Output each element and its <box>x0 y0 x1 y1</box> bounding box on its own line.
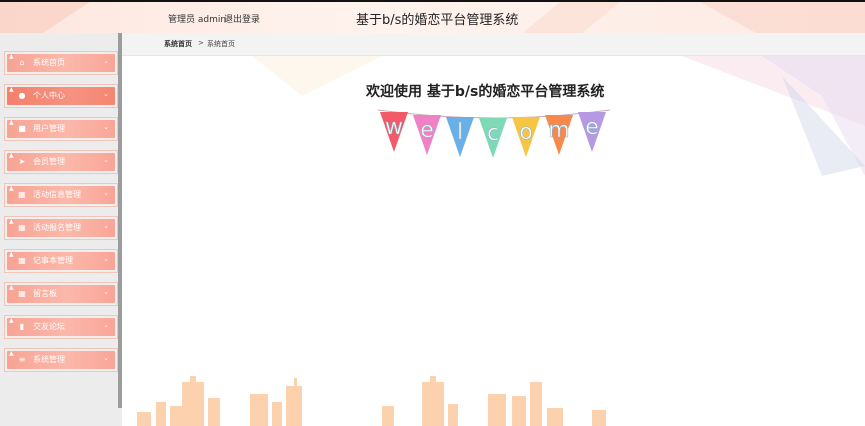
banner-letter: e <box>585 115 599 140</box>
grid-icon: ▦ <box>18 223 26 232</box>
admin-user-label: 管理员 admin <box>168 15 227 25</box>
sidebar-item-label: 活动报名管理 <box>33 223 81 232</box>
grid-icon: ▦ <box>18 256 26 265</box>
banner-flag: e <box>413 115 441 155</box>
sidebar-item-label: 系统管理 <box>33 355 65 364</box>
sidebar-item-inner: ▲ ➤ 会员管理 ⌄ <box>7 152 115 171</box>
banner-letter: c <box>487 121 499 146</box>
sidebar-item-label: 会员管理 <box>33 157 65 166</box>
sidebar-item-profile[interactable]: ▲ ● 个人中心 ⌄ <box>4 84 118 108</box>
main-content: 欢迎使用 基于b/s的婚恋平台管理系统 welcome <box>122 56 865 426</box>
breadcrumb-current: 系统首页 <box>207 40 235 48</box>
sidebar-item-users[interactable]: ▲ ■ 用户管理 ⌄ <box>4 117 118 141</box>
sidebar-item-activity-info[interactable]: ▲ ▦ 活动信息管理 ⌄ <box>4 183 118 207</box>
chevron-down-icon: ⌄ <box>103 156 109 164</box>
briefcase-icon: ■ <box>18 124 26 133</box>
banner-letter: m <box>548 118 569 143</box>
chevron-down-icon: ⌄ <box>103 255 109 263</box>
banner-flag: w <box>380 112 408 152</box>
sidebar-item-inner: ▲ ▦ 活动信息管理 ⌄ <box>7 185 115 204</box>
sidebar-item-members[interactable]: ▲ ➤ 会员管理 ⌄ <box>4 150 118 174</box>
banner-flag: c <box>479 118 507 158</box>
sidebar-item-notebook[interactable]: ▲ ▦ 记事本管理 ⌄ <box>4 249 118 273</box>
chevron-down-icon: ⌄ <box>103 57 109 65</box>
chevron-down-icon: ⌄ <box>103 222 109 230</box>
user-icon: ● <box>18 91 26 100</box>
chevron-down-icon: ⌄ <box>103 90 109 98</box>
banner-flag: e <box>578 112 606 152</box>
sidebar-item-label: 系统首页 <box>33 58 65 67</box>
sidebar-item-inner: ▲ ▦ 留言板 ⌄ <box>7 284 115 303</box>
corner-arrow-icon: ▲ <box>9 251 14 258</box>
sidebar-item-inner: ▲ ⌂ 系统首页 ⌄ <box>7 53 115 72</box>
sidebar-item-system[interactable]: ▲ ≡ 系统管理 ⌄ <box>4 348 118 372</box>
home-icon: ⌂ <box>19 58 25 67</box>
corner-arrow-icon: ▲ <box>9 119 14 126</box>
grid-icon: ▦ <box>18 289 26 298</box>
city-skyline <box>137 376 606 426</box>
sidebar-item-label: 记事本管理 <box>33 256 73 265</box>
banner-flag: o <box>512 117 540 157</box>
corner-arrow-icon: ▲ <box>9 317 14 324</box>
app-title: 基于b/s的婚恋平台管理系统 <box>356 13 519 28</box>
chevron-down-icon: ⌄ <box>103 354 109 362</box>
sidebar-item-inner: ▲ ■ 用户管理 ⌄ <box>7 119 115 138</box>
breadcrumb-separator: > <box>198 39 204 47</box>
breadcrumb: 系统首页 > 系统首页 <box>122 33 865 56</box>
logout-link[interactable]: 退出登录 <box>224 12 260 25</box>
welcome-banner: welcome <box>377 109 611 158</box>
corner-arrow-icon: ▲ <box>9 284 14 291</box>
corner-arrow-icon: ▲ <box>9 218 14 225</box>
chevron-down-icon: ⌄ <box>103 321 109 329</box>
sidebar: ▲ ⌂ 系统首页 ⌄ ▲ ● 个人中心 ⌄ ▲ ■ 用户管理 ⌄ ▲ ➤ 会员管理 ⌄ ▲ ▦ 活动信息管理 ⌄ ▲ ▦ 活… <box>0 33 122 426</box>
banner-letter: o <box>519 120 532 145</box>
corner-arrow-icon: ▲ <box>9 152 14 159</box>
sidebar-item-message-board[interactable]: ▲ ▦ 留言板 ⌄ <box>4 282 118 306</box>
bar-chart-icon: ▮ <box>19 322 25 331</box>
sidebar-item-home[interactable]: ▲ ⌂ 系统首页 ⌄ <box>4 51 118 75</box>
banner-flag: l <box>446 117 474 157</box>
sidebar-item-inner: ▲ ▦ 活动报名管理 ⌄ <box>7 218 115 237</box>
sidebar-item-inner: ▲ ▮ 交友论坛 ⌄ <box>7 317 115 336</box>
chevron-down-icon: ⌄ <box>103 123 109 131</box>
banner-letter: w <box>385 115 403 140</box>
top-header: 管理员 admin 退出登录 基于b/s的婚恋平台管理系统 <box>0 0 865 35</box>
sidebar-item-activity-signup[interactable]: ▲ ▦ 活动报名管理 ⌄ <box>4 216 118 240</box>
banner-letter: e <box>420 118 434 143</box>
sidebar-item-label: 活动信息管理 <box>33 190 81 199</box>
banner-flag: m <box>545 115 573 155</box>
paper-plane-icon: ➤ <box>18 157 26 166</box>
corner-arrow-icon: ▲ <box>9 185 14 192</box>
list-icon: ≡ <box>18 355 26 364</box>
sidebar-item-label: 留言板 <box>33 289 57 298</box>
sidebar-item-label: 交友论坛 <box>33 322 65 331</box>
banner-letter: l <box>457 120 463 145</box>
chevron-down-icon: ⌄ <box>103 288 109 296</box>
chevron-down-icon: ⌄ <box>103 189 109 197</box>
sidebar-item-label: 用户管理 <box>33 124 65 133</box>
sidebar-item-forum[interactable]: ▲ ▮ 交友论坛 ⌄ <box>4 315 118 339</box>
grid-icon: ▦ <box>18 190 26 199</box>
sidebar-item-inner: ▲ ≡ 系统管理 ⌄ <box>7 350 115 369</box>
corner-arrow-icon: ▲ <box>9 86 14 93</box>
corner-arrow-icon: ▲ <box>9 53 14 60</box>
corner-arrow-icon: ▲ <box>9 350 14 357</box>
sidebar-item-inner: ▲ ● 个人中心 ⌄ <box>7 86 115 105</box>
welcome-title: 欢迎使用 基于b/s的婚恋平台管理系统 <box>366 84 605 100</box>
sidebar-item-inner: ▲ ▦ 记事本管理 ⌄ <box>7 251 115 270</box>
sidebar-item-label: 个人中心 <box>33 91 65 100</box>
breadcrumb-home[interactable]: 系统首页 <box>164 39 192 49</box>
